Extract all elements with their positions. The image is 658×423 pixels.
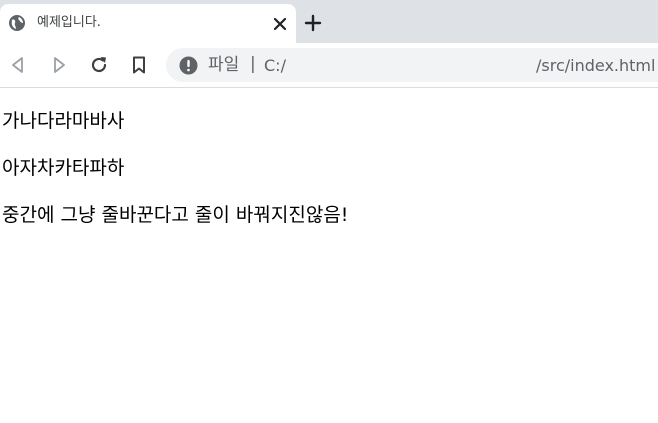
plus-icon[interactable] xyxy=(302,12,324,34)
url-separator: | xyxy=(250,54,256,74)
back-arrow-icon[interactable] xyxy=(7,54,29,76)
browser-toolbar: 파일 | C:/ /src/index.html xyxy=(0,43,658,88)
paragraph-3: 중간에 그냥 줄바꾼다고 줄이 바꿔지진않음! xyxy=(2,204,349,226)
file-scheme-label: 파일 xyxy=(208,55,240,75)
paragraph-1: 가나다라마바사 xyxy=(2,110,125,132)
address-bar[interactable]: 파일 | C:/ /src/index.html xyxy=(166,48,658,82)
active-tab[interactable]: 예제입니다. xyxy=(0,4,296,43)
tab-title: 예제입니다. xyxy=(37,15,101,30)
info-icon[interactable] xyxy=(179,56,198,75)
page-content: 가나다라마바사 아자차카타파하 중간에 그냥 줄바꾼다고 줄이 바꿔지진않음! xyxy=(0,88,658,423)
globe-icon xyxy=(9,15,25,31)
bookmark-icon[interactable] xyxy=(128,54,150,76)
url-path-start: C:/ xyxy=(264,56,286,75)
forward-arrow-icon[interactable] xyxy=(48,54,70,76)
paragraph-2: 아자차카타파하 xyxy=(2,157,125,179)
url-path-end: /src/index.html xyxy=(536,56,656,75)
tab-strip: 예제입니다. xyxy=(0,0,658,43)
close-icon[interactable] xyxy=(271,15,289,33)
reload-icon[interactable] xyxy=(88,54,110,76)
